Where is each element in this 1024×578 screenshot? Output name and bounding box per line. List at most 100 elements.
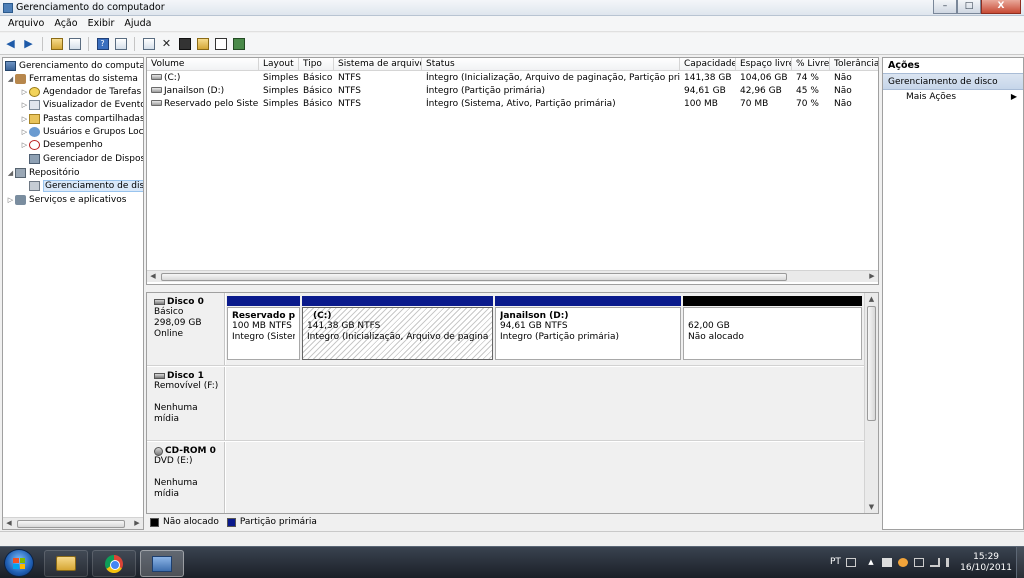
start-button[interactable]: [4, 549, 34, 577]
expand-arrow-icon[interactable]: ▷: [20, 88, 29, 96]
disk-type: DVD (E:): [154, 456, 193, 466]
cdrom-0-label[interactable]: CD-ROM 0 DVD (E:) Nenhuma mídia: [147, 442, 225, 513]
network-signal-icon[interactable]: [930, 558, 940, 567]
show-tree-icon[interactable]: [67, 36, 82, 51]
tree-item-system-tools[interactable]: ◢ Ferramentas do sistema: [6, 72, 138, 85]
disk-state: Online: [154, 329, 184, 339]
menu-exibir[interactable]: Exibir: [83, 16, 120, 31]
column-capacity[interactable]: Capacidade: [680, 58, 736, 70]
delete-icon[interactable]: ✕: [159, 36, 174, 51]
keyboard-icon[interactable]: [846, 558, 856, 567]
expand-arrow-icon[interactable]: ▷: [6, 196, 15, 204]
scroll-left-icon[interactable]: ◀: [147, 271, 159, 282]
partition-reserved[interactable]: Reservado pelo 100 MB NTFS Íntegro (Sist…: [227, 296, 300, 363]
tree-item-services-apps[interactable]: ▷ Serviços e aplicativos: [6, 193, 126, 206]
menu-arquivo[interactable]: Arquivo: [3, 16, 49, 31]
properties-icon[interactable]: [113, 36, 128, 51]
language-indicator[interactable]: PT: [830, 557, 841, 567]
pane-splitter[interactable]: [146, 285, 879, 292]
collapse-arrow-icon[interactable]: ◢: [6, 75, 15, 83]
scroll-right-icon[interactable]: ▶: [131, 518, 143, 529]
disk-0-row[interactable]: Disco 0 Básico 298,09 GB Online Reservad…: [147, 293, 865, 366]
actions-section-disk-management[interactable]: Gerenciamento de disco: [883, 73, 1023, 90]
table-row[interactable]: Janailson (D:) Simples Básico NTFS Ínteg…: [147, 85, 878, 98]
refresh-icon[interactable]: [141, 36, 156, 51]
flag-icon[interactable]: [882, 558, 892, 567]
menu-acao[interactable]: Ação: [49, 16, 82, 31]
column-filesystem[interactable]: Sistema de arquivos: [334, 58, 422, 70]
help-icon[interactable]: ?: [95, 36, 110, 51]
tree-item-device-manager[interactable]: Gerenciador de Disposit: [29, 152, 143, 165]
percent-free-cell: 70 %: [796, 99, 819, 109]
taskbar-computer-management[interactable]: [140, 550, 184, 577]
expand-arrow-icon[interactable]: ▷: [20, 101, 29, 109]
disk-1-row[interactable]: Disco 1 Removível (F:) Nenhuma mídia: [147, 367, 865, 441]
disk-vertical-scrollbar[interactable]: ▲ ▼: [864, 293, 878, 513]
menu-ajuda[interactable]: Ajuda: [119, 16, 156, 31]
collapse-arrow-icon[interactable]: ◢: [6, 169, 15, 177]
forward-arrow-icon[interactable]: ▶: [21, 36, 36, 51]
table-row[interactable]: (C:) Simples Básico NTFS Íntegro (Inicia…: [147, 72, 878, 85]
tree-item-storage[interactable]: ◢ Repositório: [6, 166, 80, 179]
scroll-right-icon[interactable]: ▶: [866, 271, 878, 282]
scroll-left-icon[interactable]: ◀: [3, 518, 15, 529]
column-status[interactable]: Status: [422, 58, 680, 70]
taskbar-explorer[interactable]: [44, 550, 88, 577]
antivirus-icon[interactable]: [898, 558, 908, 567]
tree-item-computer-management[interactable]: Gerenciamento do computador: [5, 59, 143, 72]
back-arrow-icon[interactable]: ◀: [3, 36, 18, 51]
partition-c[interactable]: (C:) 141,38 GB NTFS Íntegro (Inicializaç…: [302, 296, 493, 363]
taskbar-chrome[interactable]: [92, 550, 136, 577]
tree-item-task-scheduler[interactable]: ▷ Agendador de Tarefas: [20, 85, 141, 98]
table-row[interactable]: Reservado pelo Sistema Simples Básico NT…: [147, 98, 878, 111]
disk-1-label[interactable]: Disco 1 Removível (F:) Nenhuma mídia: [147, 367, 225, 440]
cdrom-0-row[interactable]: CD-ROM 0 DVD (E:) Nenhuma mídia: [147, 442, 865, 513]
column-percent-free[interactable]: % Livre: [792, 58, 830, 70]
scroll-thumb[interactable]: [17, 520, 125, 528]
show-desktop-button[interactable]: [1016, 547, 1024, 578]
minimize-button[interactable]: –: [933, 0, 957, 14]
open-icon[interactable]: [195, 36, 210, 51]
scroll-up-icon[interactable]: ▲: [865, 293, 878, 305]
partition-unallocated[interactable]: 62,00 GB Não alocado: [683, 296, 862, 363]
windows-explorer-icon: [56, 556, 76, 571]
disk-0-label[interactable]: Disco 0 Básico 298,09 GB Online: [147, 293, 225, 365]
tree-item-disk-management[interactable]: Gerenciamento de disco: [29, 179, 143, 192]
scroll-down-icon[interactable]: ▼: [865, 501, 878, 513]
tree-item-local-users[interactable]: ▷ Usuários e Grupos Loca: [20, 125, 143, 138]
computer-management-icon: [152, 555, 172, 572]
settings-icon[interactable]: [231, 36, 246, 51]
tree-item-shared-folders[interactable]: ▷ Pastas compartilhadas: [20, 112, 143, 125]
partition-size: 100 MB NTFS: [232, 321, 292, 331]
partition-d[interactable]: Janailson (D:) 94,61 GB NTFS Íntegro (Pa…: [495, 296, 681, 363]
tree-horizontal-scrollbar[interactable]: ◀ ▶: [3, 517, 143, 529]
windows-logo-icon: [13, 558, 25, 569]
close-button[interactable]: X: [981, 0, 1021, 14]
monitor-icon[interactable]: [914, 558, 924, 567]
column-free-space[interactable]: Espaço livre: [736, 58, 792, 70]
volume-icon[interactable]: [946, 558, 956, 567]
tree-item-label: Desempenho: [43, 139, 103, 150]
up-folder-icon[interactable]: [49, 36, 64, 51]
show-hidden-icons-icon[interactable]: ▲: [866, 558, 876, 567]
search-icon[interactable]: [213, 36, 228, 51]
properties-sheet-icon[interactable]: [177, 36, 192, 51]
scroll-thumb[interactable]: [161, 273, 787, 281]
filesystem-cell: NTFS: [338, 73, 361, 83]
column-volume[interactable]: Volume: [147, 58, 259, 70]
column-type[interactable]: Tipo: [299, 58, 334, 70]
disk-type: Básico: [154, 307, 184, 317]
tree-item-event-viewer[interactable]: ▷ Visualizador de Eventos: [20, 98, 143, 111]
more-actions-item[interactable]: Mais Ações ▶: [883, 90, 1023, 105]
maximize-button[interactable]: □: [957, 0, 981, 14]
primary-partition-bar: [495, 296, 681, 306]
expand-arrow-icon[interactable]: ▷: [20, 128, 29, 136]
expand-arrow-icon[interactable]: ▷: [20, 141, 29, 149]
volume-horizontal-scrollbar[interactable]: ◀ ▶: [147, 270, 878, 282]
clock[interactable]: 15:29 16/10/2011: [960, 552, 1012, 574]
tree-item-performance[interactable]: ▷ Desempenho: [20, 138, 103, 151]
column-fault-tolerance[interactable]: Tolerância: [830, 58, 878, 70]
expand-arrow-icon[interactable]: ▷: [20, 115, 29, 123]
column-layout[interactable]: Layout: [259, 58, 299, 70]
scroll-thumb[interactable]: [867, 306, 876, 421]
